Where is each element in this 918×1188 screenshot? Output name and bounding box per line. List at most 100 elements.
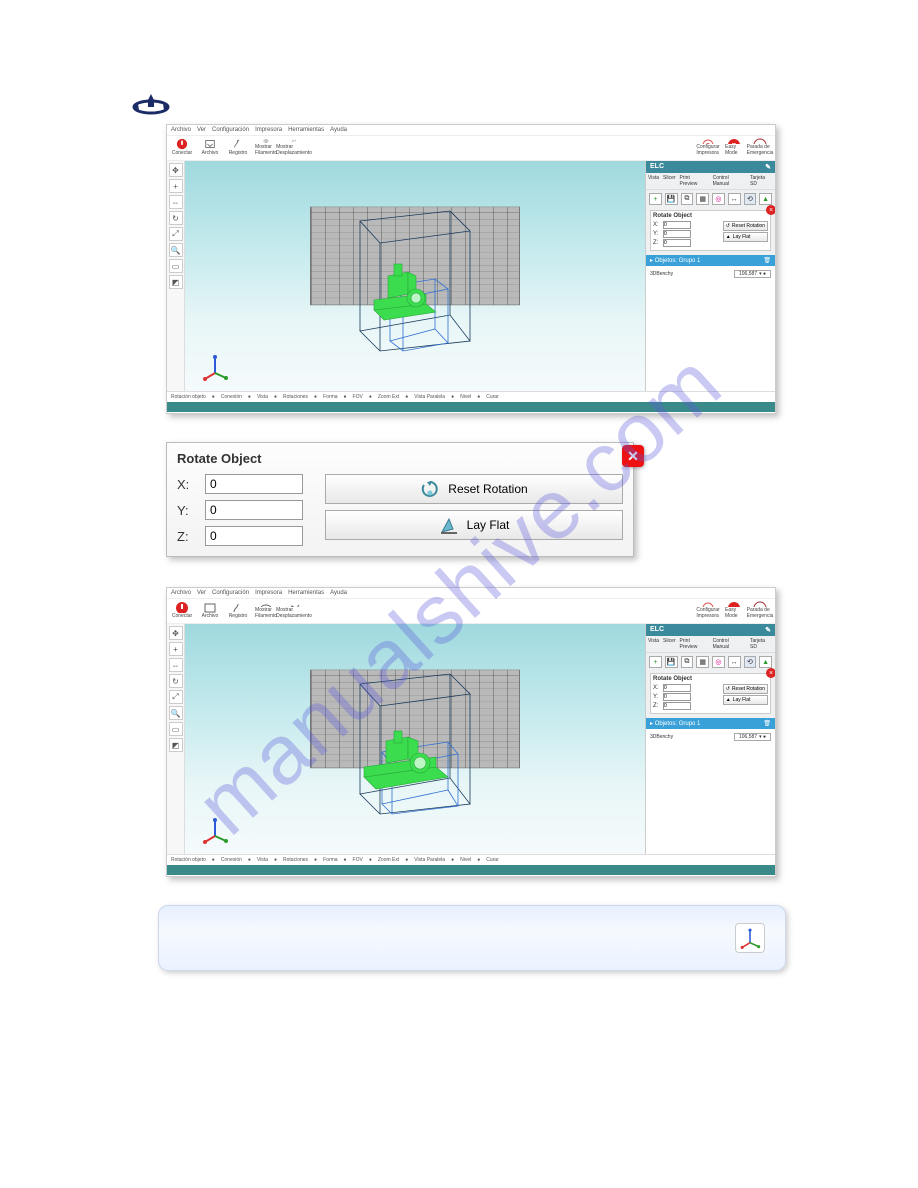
object-group-header[interactable]: ▸ Objetos: Grupo 1 🗑: [646, 718, 775, 729]
input-z[interactable]: [205, 526, 303, 546]
connect-button[interactable]: Conectar: [173, 138, 191, 156]
menu-printer[interactable]: Impresora: [255, 127, 282, 133]
close-icon[interactable]: ×: [766, 205, 776, 215]
tab-slicer[interactable]: Slicer: [663, 175, 676, 187]
delete-icon[interactable]: 🗑: [763, 720, 771, 727]
tab-slicer[interactable]: Slicer: [663, 638, 676, 650]
tab-preview[interactable]: Print Preview: [680, 175, 709, 187]
menu-file[interactable]: Archivo: [171, 127, 191, 133]
input-y[interactable]: [663, 230, 691, 238]
model-benchy[interactable]: [358, 725, 454, 794]
object-group-header[interactable]: ▸ Objetos: Grupo 1 🗑: [646, 255, 775, 266]
travel-button[interactable]: Mostrar Desplazamiento: [285, 601, 303, 619]
emergency-button[interactable]: Parada de Emergencia: [751, 138, 769, 156]
tool-view-icon[interactable]: ◩: [169, 275, 183, 289]
log-button[interactable]: Registro: [229, 138, 247, 156]
edit-icon[interactable]: ✎: [765, 163, 771, 171]
tool-parallel-icon[interactable]: ▭: [169, 722, 183, 736]
tool-parallel-icon[interactable]: ▭: [169, 259, 183, 273]
tool-move-icon[interactable]: ✥: [169, 626, 183, 640]
menu-tools[interactable]: Herramientas: [288, 590, 324, 596]
copy-icon[interactable]: ⧉: [681, 656, 694, 668]
menu-help[interactable]: Ayuda: [330, 127, 347, 133]
viewport-3d[interactable]: [185, 624, 645, 854]
tool-zoom-icon[interactable]: +: [169, 642, 183, 656]
lay-flat-button[interactable]: ▲Lay Flat: [723, 695, 768, 705]
input-z[interactable]: [663, 239, 691, 247]
edit-icon[interactable]: ✎: [765, 626, 771, 634]
mirror-icon[interactable]: ▲: [759, 656, 772, 668]
scale-icon[interactable]: ↔: [728, 656, 741, 668]
axis-button[interactable]: [735, 923, 765, 953]
tab-manual[interactable]: Control Manual: [713, 638, 746, 650]
emergency-button[interactable]: Parada de Emergencia: [751, 601, 769, 619]
tool-rotate-icon[interactable]: ↻: [169, 211, 183, 225]
filament-button[interactable]: Mostrar Filamento: [257, 138, 275, 156]
tab-preview[interactable]: Print Preview: [680, 638, 709, 650]
input-x[interactable]: [663, 684, 691, 692]
lay-flat-button[interactable]: Lay Flat: [325, 510, 623, 540]
configure-button[interactable]: Configurar Impresora: [699, 601, 717, 619]
load-button[interactable]: Archivo: [201, 601, 219, 619]
tool-fit-icon[interactable]: ⤢: [169, 690, 183, 704]
autoplace-icon[interactable]: ▦: [696, 193, 709, 205]
easy-mode-button[interactable]: Easy Mode: [725, 601, 743, 619]
center-icon[interactable]: ◎: [712, 656, 725, 668]
save-icon[interactable]: 💾: [665, 656, 678, 668]
delete-icon[interactable]: 🗑: [763, 257, 771, 264]
rotate-tool-icon[interactable]: ⟲: [744, 656, 757, 668]
list-item[interactable]: 3DBenchy 106,587 ▾ ●: [650, 268, 771, 280]
log-button[interactable]: Registro: [229, 601, 247, 619]
menu-tools[interactable]: Herramientas: [288, 127, 324, 133]
tool-view-icon[interactable]: ◩: [169, 738, 183, 752]
input-y[interactable]: [205, 500, 303, 520]
menu-view[interactable]: Ver: [197, 590, 206, 596]
tool-rotate-icon[interactable]: ↻: [169, 674, 183, 688]
input-x[interactable]: [663, 221, 691, 229]
menu-view[interactable]: Ver: [197, 127, 206, 133]
save-icon[interactable]: 💾: [665, 193, 678, 205]
tab-sd[interactable]: Tarjeta SD: [750, 175, 773, 187]
load-button[interactable]: Archivo: [201, 138, 219, 156]
tab-view[interactable]: Vista: [648, 638, 659, 650]
menu-help[interactable]: Ayuda: [330, 590, 347, 596]
easy-mode-button[interactable]: E Easy Mode: [725, 138, 743, 156]
tab-sd[interactable]: Tarjeta SD: [750, 638, 773, 650]
menu-printer[interactable]: Impresora: [255, 590, 282, 596]
rotate-tool-icon[interactable]: ⟲: [744, 193, 757, 205]
close-icon[interactable]: ×: [766, 668, 776, 678]
mirror-icon[interactable]: ▲: [759, 193, 772, 205]
close-button[interactable]: ✕: [622, 445, 644, 467]
connect-button[interactable]: Conectar: [173, 601, 191, 619]
tool-pan-icon[interactable]: ⇔: [169, 658, 183, 672]
add-object-icon[interactable]: +: [649, 193, 662, 205]
configure-button[interactable]: Configurar Impresora: [699, 138, 717, 156]
input-z[interactable]: [663, 702, 691, 710]
add-object-icon[interactable]: +: [649, 656, 662, 668]
scale-icon[interactable]: ↔: [728, 193, 741, 205]
input-y[interactable]: [663, 693, 691, 701]
menu-file[interactable]: Archivo: [171, 590, 191, 596]
tab-view[interactable]: Vista: [648, 175, 659, 187]
tool-pan-icon[interactable]: ⇔: [169, 195, 183, 209]
travel-button[interactable]: Mostrar Desplazamiento: [285, 138, 303, 156]
autoplace-icon[interactable]: ▦: [696, 656, 709, 668]
tool-move-icon[interactable]: ✥: [169, 163, 183, 177]
copy-icon[interactable]: ⧉: [681, 193, 694, 205]
reset-rotation-button[interactable]: ↺Reset Rotation: [723, 684, 768, 694]
menu-config[interactable]: Configuración: [212, 590, 249, 596]
reset-rotation-button[interactable]: Reset Rotation: [325, 474, 623, 504]
viewport-3d[interactable]: [185, 161, 645, 391]
tool-magnify-icon[interactable]: 🔍: [169, 243, 183, 257]
center-icon[interactable]: ◎: [712, 193, 725, 205]
tool-zoom-icon[interactable]: +: [169, 179, 183, 193]
model-benchy[interactable]: [366, 254, 446, 329]
reset-rotation-button[interactable]: ↺Reset Rotation: [723, 221, 768, 231]
filament-button[interactable]: Mostrar Filamento: [257, 601, 275, 619]
tool-fit-icon[interactable]: ⤢: [169, 227, 183, 241]
lay-flat-button[interactable]: ▲Lay Flat: [723, 232, 768, 242]
list-item[interactable]: 3DBenchy 106,587 ▾ ●: [650, 731, 771, 743]
tab-manual[interactable]: Control Manual: [713, 175, 746, 187]
input-x[interactable]: [205, 474, 303, 494]
menu-config[interactable]: Configuración: [212, 127, 249, 133]
